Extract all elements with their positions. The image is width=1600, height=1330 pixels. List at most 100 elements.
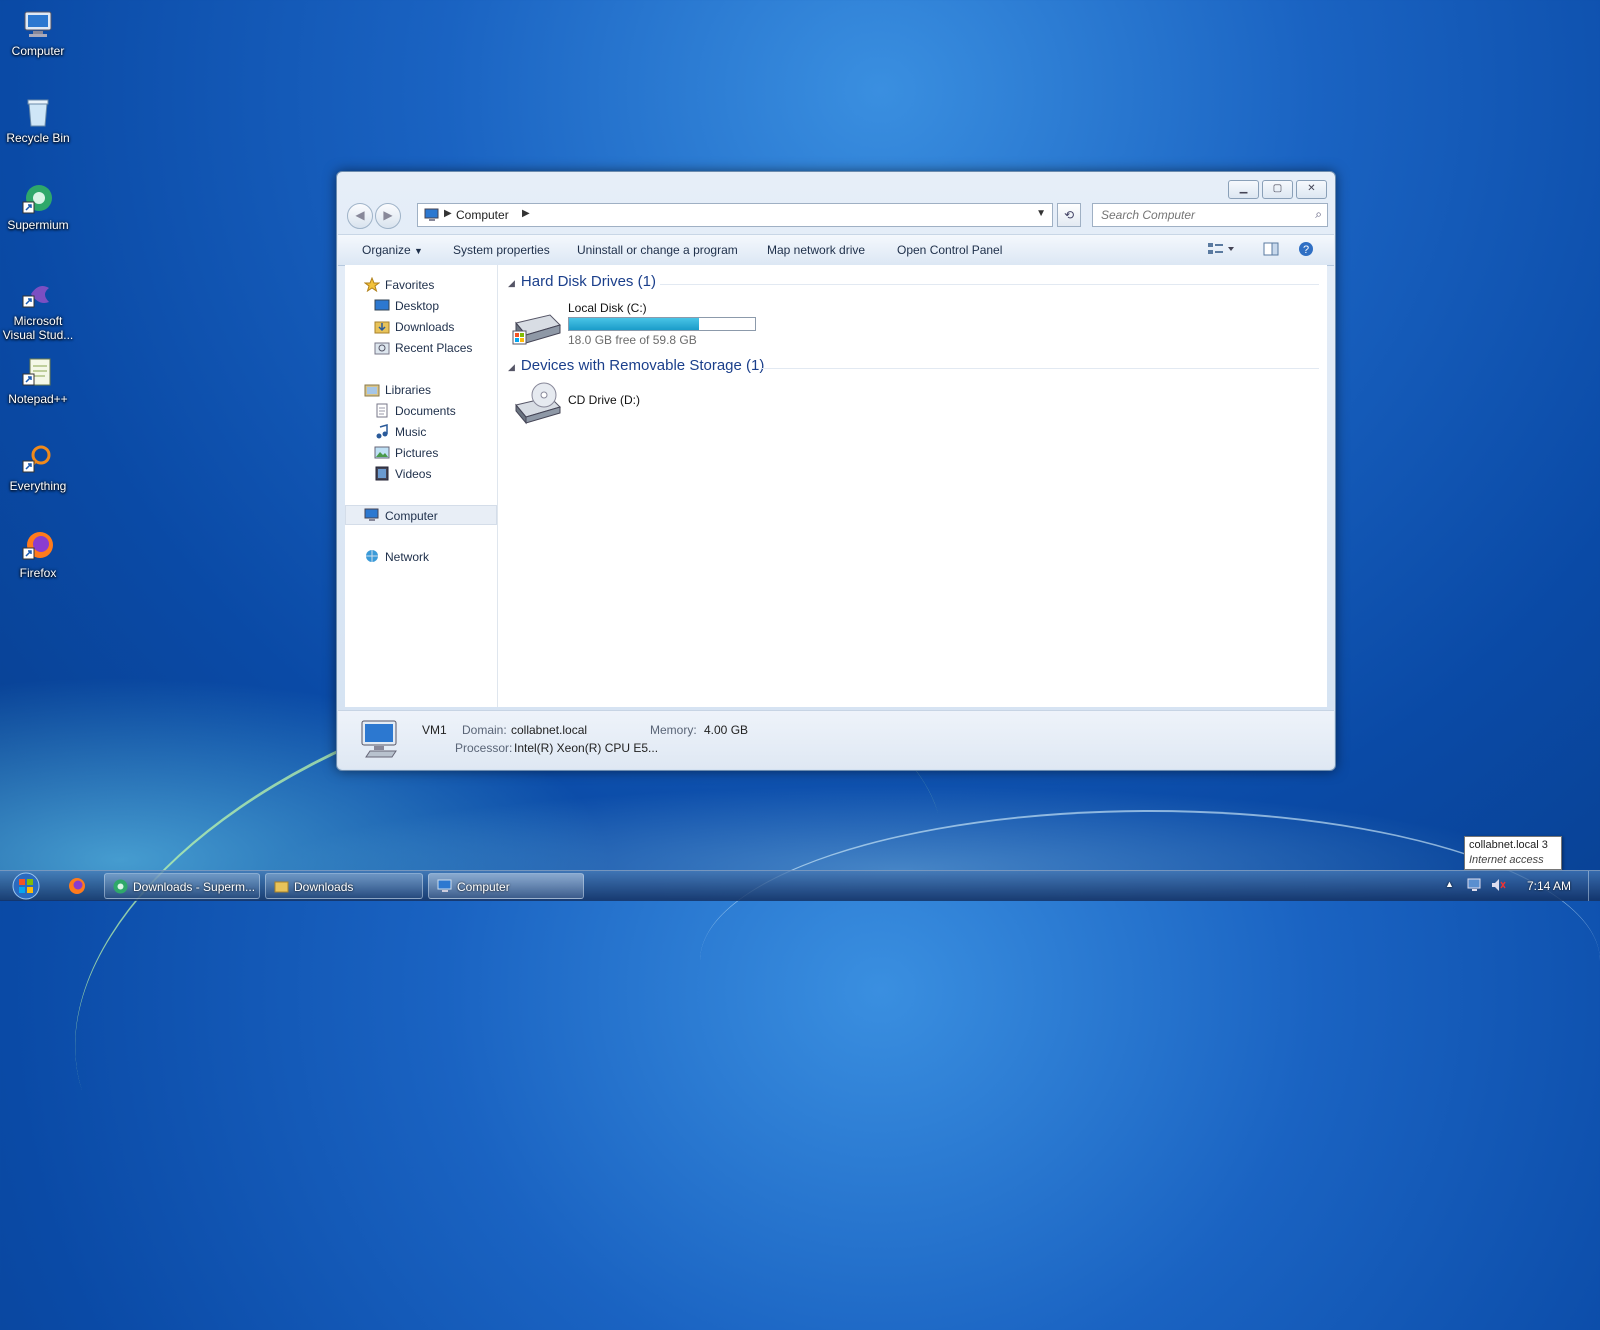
desktop-folder-icon <box>374 299 390 311</box>
search-icon[interactable]: ⌕ <box>1315 207 1322 222</box>
search-input[interactable] <box>1099 207 1303 223</box>
pictures-icon <box>374 446 390 459</box>
start-button[interactable] <box>8 871 44 901</box>
desktop-icon-label: Recycle Bin <box>6 131 70 145</box>
star-icon <box>364 277 380 292</box>
nav-label: Desktop <box>395 299 440 313</box>
nav-recent-places[interactable]: Recent Places <box>345 338 497 358</box>
group-header-hard-disk-drives[interactable]: ◢ Hard Disk Drives (1) <box>508 273 656 290</box>
domain-value: collabnet.local <box>511 723 588 737</box>
tooltip-line-1: collabnet.local 3 <box>1469 839 1548 851</box>
volume-tray-icon[interactable] <box>1490 877 1506 896</box>
maximize-button[interactable]: ▢ <box>1262 180 1293 199</box>
drive-item-cd-drive-d[interactable]: CD Drive (D:) <box>512 377 712 429</box>
nav-downloads[interactable]: Downloads <box>345 317 497 337</box>
desktop-icon-firefox[interactable]: Firefox <box>0 526 76 580</box>
group-title: Hard Disk Drives (1) <box>520 273 656 290</box>
close-button[interactable]: ✕ <box>1296 180 1327 199</box>
folder-icon <box>274 881 289 893</box>
nav-network[interactable]: Network <box>345 547 497 567</box>
help-button[interactable]: ? <box>1298 241 1316 257</box>
file-list-pane: ◢ Hard Disk Drives (1) Local Disk (C:) 18… <box>498 265 1327 707</box>
desktop-icon-label: Microsoft Visual Stud... <box>2 314 74 342</box>
view-icon <box>1208 243 1234 254</box>
music-note-icon <box>376 424 388 439</box>
organize-menu[interactable]: Organize ▼ <box>362 243 423 257</box>
firefox-icon <box>69 878 85 894</box>
taskbar: Downloads - Superm... Downloads Computer… <box>0 870 1600 901</box>
desktop-icon-everything[interactable]: Everything <box>0 439 76 493</box>
view-options-button[interactable] <box>1207 241 1234 257</box>
preview-pane-button[interactable] <box>1263 241 1281 257</box>
forward-button[interactable]: ▶ <box>375 203 401 229</box>
tooltip-line-2: Internet access <box>1469 854 1544 866</box>
clock[interactable]: 7:14 AM <box>1527 879 1571 893</box>
supermium-icon <box>21 182 55 216</box>
command-bar: Organize ▼ System properties Uninstall o… <box>338 234 1334 266</box>
taskbar-button-downloads[interactable]: Downloads <box>265 873 423 899</box>
desktop-icon-notepad-plus-plus[interactable]: Notepad++ <box>0 352 76 406</box>
videos-icon <box>375 466 389 481</box>
refresh-button[interactable]: ⟲ <box>1057 203 1081 227</box>
computer-large-icon <box>361 720 397 758</box>
drive-usage-fill <box>569 318 699 330</box>
desktop-icon-computer[interactable]: Computer <box>0 4 76 58</box>
taskbar-button-supermium[interactable]: Downloads - Superm... <box>104 873 260 899</box>
computer-small-icon <box>437 879 452 892</box>
recycle-bin-icon <box>21 95 55 129</box>
nav-favorites[interactable]: Favorites <box>345 275 497 295</box>
nav-label: Favorites <box>385 278 435 292</box>
breadcrumb-arrow-icon[interactable]: ▶ <box>522 208 530 219</box>
windows-start-icon <box>12 872 40 900</box>
libraries-icon <box>364 384 380 397</box>
desktop-icon-recycle-bin[interactable]: Recycle Bin <box>0 91 76 145</box>
nav-label: Music <box>395 425 427 439</box>
system-properties-button[interactable]: System properties <box>453 243 550 257</box>
nav-pictures[interactable]: Pictures <box>345 443 497 463</box>
uninstall-program-button[interactable]: Uninstall or change a program <box>577 243 738 257</box>
organize-label: Organize <box>362 243 411 257</box>
map-network-drive-button[interactable]: Map network drive <box>767 243 865 257</box>
taskbar-button-computer[interactable]: Computer <box>428 873 584 899</box>
nav-documents[interactable]: Documents <box>345 401 497 421</box>
nav-label: Libraries <box>385 383 432 397</box>
show-desktop-button[interactable] <box>1588 871 1600 901</box>
open-control-panel-button[interactable]: Open Control Panel <box>897 243 1002 257</box>
nav-libraries[interactable]: Libraries <box>345 380 497 400</box>
processor-label: Processor: <box>455 741 513 755</box>
refresh-icon: ⟲ <box>1063 208 1075 222</box>
network-tooltip: collabnet.local 3 Internet access <box>1464 836 1562 870</box>
breadcrumb-computer[interactable]: Computer <box>456 208 509 222</box>
drive-item-local-disk-c[interactable]: Local Disk (C:) 18.0 GB free of 59.8 GB <box>512 295 782 351</box>
domain-label: Domain: <box>462 723 507 737</box>
taskbar-button-label: Computer <box>457 880 510 894</box>
breadcrumb-arrow-icon[interactable]: ▶ <box>444 208 452 219</box>
nav-music[interactable]: Music <box>345 422 497 442</box>
firefox-pinned-button[interactable] <box>68 877 86 898</box>
supermium-icon <box>113 879 128 894</box>
network-icon <box>366 550 378 562</box>
nav-computer[interactable]: Computer <box>345 505 497 525</box>
collapse-triangle-icon[interactable]: ◢ <box>508 362 515 372</box>
nav-label: Videos <box>395 467 432 481</box>
network-tray-icon[interactable] <box>1467 877 1483 896</box>
group-divider <box>660 284 1319 285</box>
desktop-icon-supermium[interactable]: Supermium <box>0 178 76 232</box>
address-dropdown-icon[interactable]: ▼ <box>1036 208 1046 219</box>
nav-desktop[interactable]: Desktop <box>345 296 497 316</box>
search-box[interactable]: ⌕ <box>1092 203 1328 227</box>
back-button[interactable]: ◀ <box>347 203 373 229</box>
nav-videos[interactable]: Videos <box>345 464 497 484</box>
minimize-button[interactable]: ▁ <box>1228 180 1259 199</box>
desktop-icon-visual-studio[interactable]: Microsoft Visual Stud... <box>0 274 76 342</box>
processor-value: Intel(R) Xeon(R) CPU E5... <box>514 741 659 755</box>
hard-drive-icon <box>512 314 561 345</box>
downloads-folder-icon <box>374 321 390 334</box>
show-hidden-icons-button[interactable]: ▲ <box>1445 879 1454 889</box>
collapse-triangle-icon[interactable]: ◢ <box>508 278 515 288</box>
nav-label: Computer <box>385 509 438 523</box>
drive-usage-bar <box>568 317 756 331</box>
address-bar[interactable]: ▶ Computer ▶ ▼ <box>417 203 1053 227</box>
group-header-removable-storage[interactable]: ◢ Devices with Removable Storage (1) <box>508 357 764 374</box>
chevron-down-icon: ▼ <box>414 246 423 256</box>
